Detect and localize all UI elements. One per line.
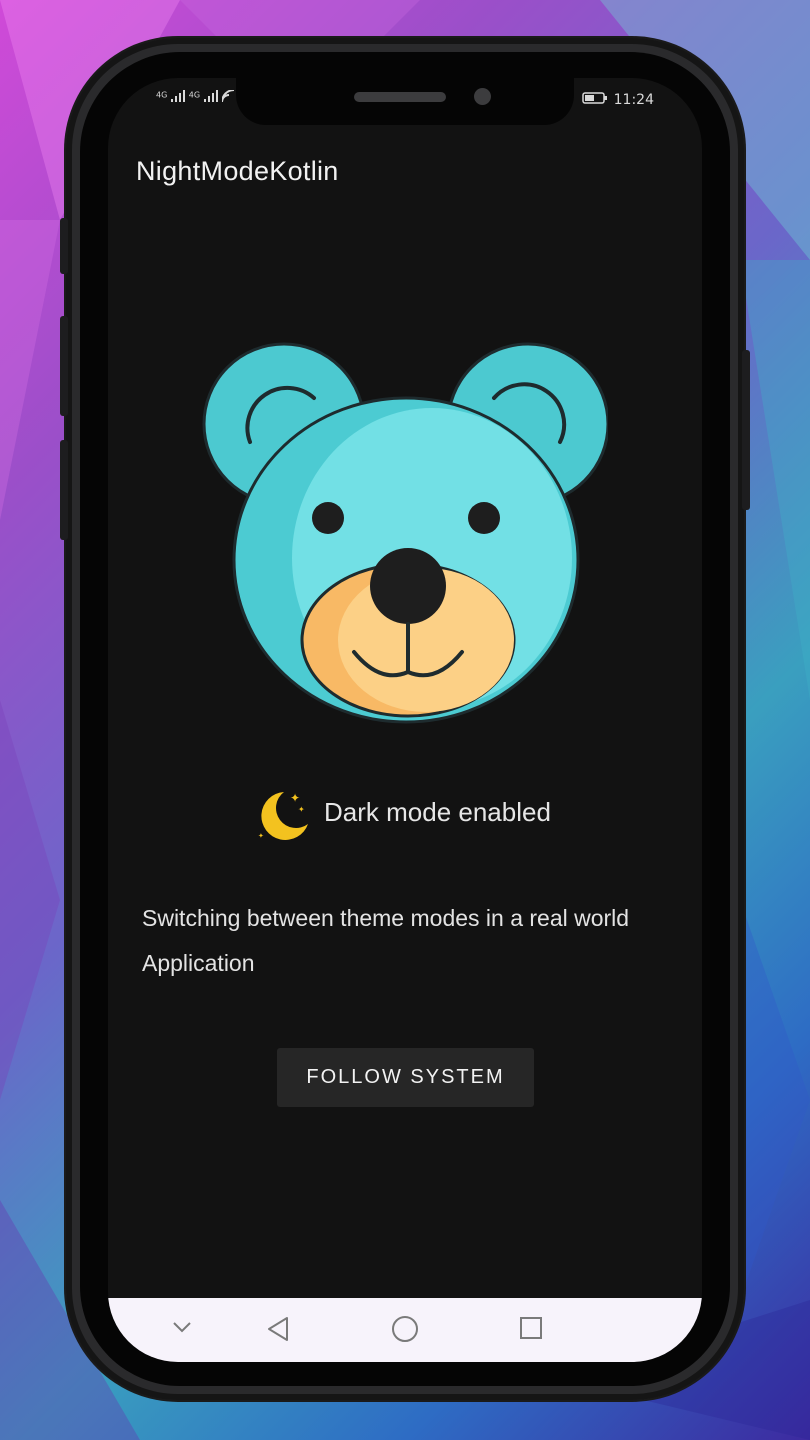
earpiece-speaker xyxy=(354,92,446,102)
battery-icon xyxy=(581,92,608,108)
teddy-bear-illustration xyxy=(202,342,608,724)
svg-text:✦: ✦ xyxy=(298,805,305,814)
phone-volume-up xyxy=(60,316,68,416)
recents-icon[interactable] xyxy=(519,1316,543,1340)
app-title: NightModeKotlin xyxy=(136,156,339,186)
phone-volume-down xyxy=(60,440,68,540)
status-bar-right: 11:24 xyxy=(581,92,654,108)
front-camera xyxy=(474,88,491,105)
system-nav-bar xyxy=(108,1298,702,1362)
crescent-moon-icon: ✦ ✦ ✦ xyxy=(258,791,308,840)
phone-power-button xyxy=(742,350,750,510)
phone-side-button xyxy=(60,218,68,274)
camera-notch xyxy=(236,78,574,125)
chevron-down-icon[interactable] xyxy=(172,1320,192,1334)
signal-icon-2: 4G xyxy=(189,90,218,105)
mode-status-row: ✦ ✦ ✦ Dark mode enabled xyxy=(254,784,551,840)
wifi-icon xyxy=(220,89,234,105)
description-text: Switching between theme modes in a real … xyxy=(142,905,630,976)
signal-icon-1: 4G xyxy=(156,90,185,105)
phone-screen: 4G 4G 11:24 NightModeKotlin ✦ ✦ ✦ Dark m… xyxy=(108,78,702,1362)
mode-status-text: Dark mode enabled xyxy=(324,796,551,827)
back-icon[interactable] xyxy=(266,1316,290,1342)
home-icon[interactable] xyxy=(391,1315,419,1343)
svg-text:✦: ✦ xyxy=(290,791,300,805)
svg-text:✦: ✦ xyxy=(258,832,264,840)
status-bar-left: 4G 4G xyxy=(156,89,234,105)
follow-system-button[interactable]: FOLLOW SYSTEM xyxy=(277,1048,534,1107)
status-time: 11:24 xyxy=(613,92,654,108)
